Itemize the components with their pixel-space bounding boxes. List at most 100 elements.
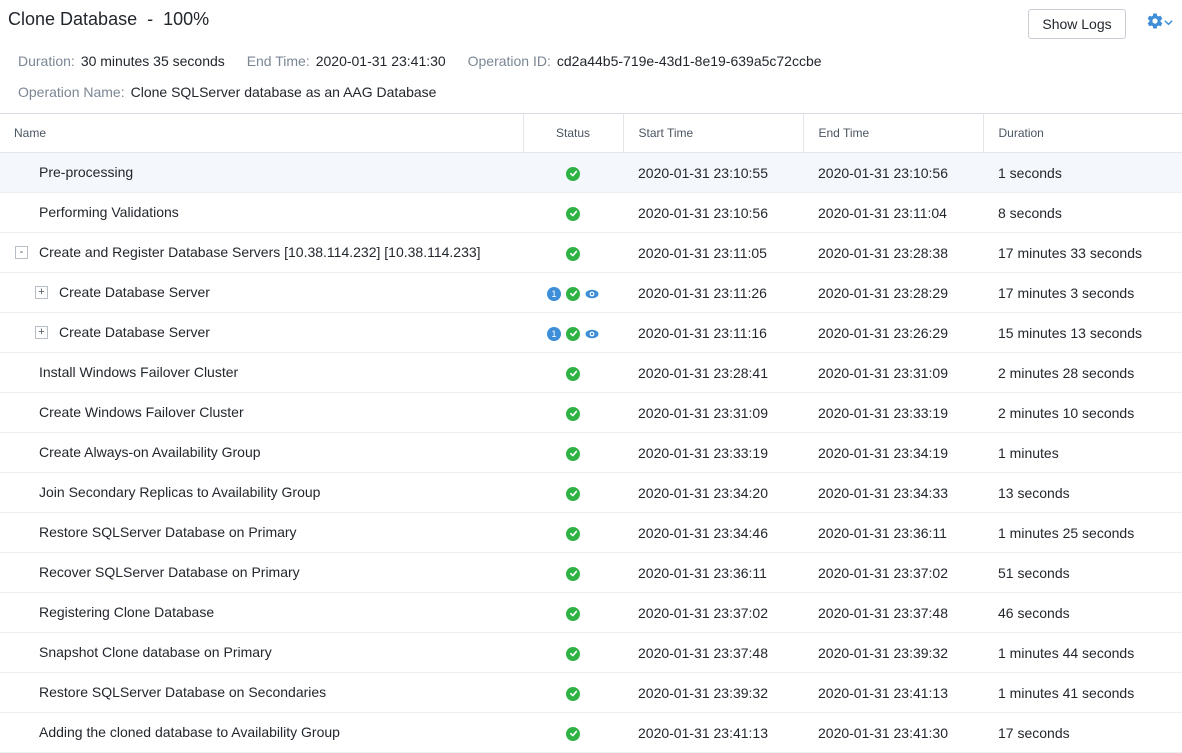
table-row[interactable]: Performing Validations 2020-01-31 23:10:5… [0,192,1182,233]
step-duration: 15 minutes 13 seconds [983,312,1182,353]
check-circle-icon [566,246,580,261]
table-row[interactable]: + Create Database Server 1 2020-01-31 23:11… [0,272,1182,313]
table-row[interactable]: Recover SQLServer Database on Primary 202… [0,552,1182,593]
table-row[interactable]: + Create Database Server 1 2020-01-31 23:11… [0,312,1182,353]
table-header-row: Name Status Start Time End Time Duration [0,114,1182,153]
expand-toggle[interactable]: + [35,326,48,339]
step-status [566,446,580,461]
check-circle-icon [566,286,580,301]
step-status [566,366,580,381]
step-name-cell: Performing Validations [0,192,523,233]
table-row[interactable]: Restore SQLServer Database on Primary 202… [0,512,1182,553]
collapse-toggle[interactable]: - [15,246,28,259]
step-name: Registering Clone Database [39,604,215,620]
step-duration: 2 minutes 10 seconds [983,392,1182,433]
step-duration: 17 minutes 3 seconds [983,272,1182,313]
table-row[interactable]: Create Windows Failover Cluster 2020-01-3… [0,392,1182,433]
step-name-cell: Pre-processing [0,152,523,193]
expand-toggle[interactable]: + [35,286,48,299]
step-status [566,726,580,741]
step-end-time: 2020-01-31 23:37:48 [803,592,983,633]
end-time-value: 2020-01-31 23:41:30 [315,53,446,69]
step-start-time: 2020-01-31 23:28:41 [623,352,803,393]
step-status [566,686,580,701]
settings-menu[interactable] [1146,12,1176,34]
step-duration: 8 seconds [983,192,1182,233]
step-name: Create Windows Failover Cluster [39,404,244,420]
step-name-cell: + Create Database Server [0,312,523,353]
info-badge-icon[interactable]: 1 [547,286,561,301]
show-logs-button[interactable]: Show Logs [1028,9,1126,39]
check-circle-icon [566,646,580,661]
operation-progress: 100% [163,9,210,29]
step-start-time: 2020-01-31 23:41:13 [623,712,803,753]
eye-icon[interactable] [585,289,599,299]
step-status-cell [523,432,623,473]
check-circle-icon [566,686,580,701]
table-row[interactable]: Restore SQLServer Database on Secondarie… [0,672,1182,713]
step-status-cell [523,232,623,273]
chevron-down-icon [1164,14,1173,32]
step-status [566,566,580,581]
table-row[interactable]: Install Windows Failover Cluster 2020-01-… [0,352,1182,393]
step-start-time: 2020-01-31 23:10:56 [623,192,803,233]
step-end-time: 2020-01-31 23:28:29 [803,272,983,313]
step-name-cell: Install Windows Failover Cluster [0,352,523,393]
table-row[interactable]: Snapshot Clone database on Primary 2020-0… [0,632,1182,673]
page-title: Clone Database -100% [8,9,209,30]
step-end-time: 2020-01-31 23:28:38 [803,232,983,273]
table-row[interactable]: Adding the cloned database to Availabili… [0,712,1182,753]
column-header-end-time[interactable]: End Time [803,114,984,153]
step-end-time: 2020-01-31 23:26:29 [803,312,983,353]
step-status-cell [523,672,623,713]
check-circle-icon [566,606,580,621]
step-end-time: 2020-01-31 23:31:09 [803,352,983,393]
step-name-cell: Recover SQLServer Database on Primary [0,552,523,593]
step-status-cell [523,712,623,753]
operation-id-label: Operation ID: [467,53,551,69]
column-header-status[interactable]: Status [523,114,624,153]
eye-icon[interactable] [585,329,599,339]
step-duration: 46 seconds [983,592,1182,633]
step-start-time: 2020-01-31 23:33:19 [623,432,803,473]
step-name: Adding the cloned database to Availabili… [39,724,340,740]
step-name-cell: - Create and Register Database Servers [1… [0,232,523,273]
column-header-duration[interactable]: Duration [983,114,1182,153]
step-status [566,406,580,421]
step-name: Performing Validations [39,204,179,220]
check-circle-icon [566,566,580,581]
step-end-time: 2020-01-31 23:34:19 [803,432,983,473]
duration-label: Duration: [18,53,75,69]
step-end-time: 2020-01-31 23:41:30 [803,712,983,753]
table-row[interactable]: Pre-processing 2020-01-31 23:10:55 2020-01… [0,152,1182,193]
operation-id-value: cd2a44b5-719e-43d1-8e19-639a5c72ccbe [556,53,822,69]
step-status-cell [523,192,623,233]
operation-name-label: Operation Name: [18,84,125,100]
step-name: Join Secondary Replicas to Availability … [39,484,321,500]
step-name: Create Always-on Availability Group [39,444,261,460]
step-start-time: 2020-01-31 23:11:26 [623,272,803,313]
step-name-cell: + Create Database Server [0,272,523,313]
step-start-time: 2020-01-31 23:34:46 [623,512,803,553]
step-duration: 2 minutes 28 seconds [983,352,1182,393]
step-status-cell: 1 [523,272,623,313]
step-duration: 17 minutes 33 seconds [983,232,1182,273]
step-end-time: 2020-01-31 23:11:04 [803,192,983,233]
step-status [566,246,580,261]
step-status: 1 [547,326,599,341]
operation-title: Clone Database [8,9,138,29]
step-duration: 1 seconds [983,152,1182,193]
step-name: Restore SQLServer Database on Primary [39,524,297,540]
step-start-time: 2020-01-31 23:34:20 [623,472,803,513]
step-name: Install Windows Failover Cluster [39,364,239,380]
table-row[interactable]: - Create and Register Database Servers [1… [0,232,1182,273]
step-duration: 1 minutes 25 seconds [983,512,1182,553]
table-row[interactable]: Join Secondary Replicas to Availability … [0,472,1182,513]
table-row[interactable]: Create Always-on Availability Group 2020-… [0,432,1182,473]
column-header-start-time[interactable]: Start Time [623,114,804,153]
step-end-time: 2020-01-31 23:33:19 [803,392,983,433]
check-circle-icon [566,206,580,221]
table-row[interactable]: Registering Clone Database 2020-01-31 23:… [0,592,1182,633]
column-header-name[interactable]: Name [0,114,524,153]
info-badge-icon[interactable]: 1 [547,326,561,341]
